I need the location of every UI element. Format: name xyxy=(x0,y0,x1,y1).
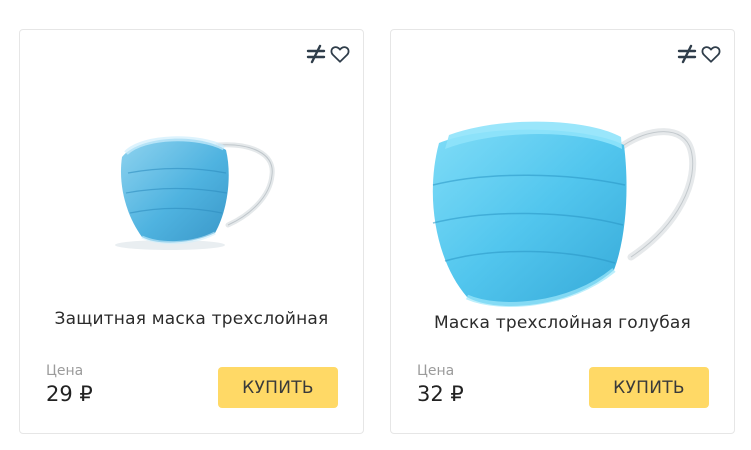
product-name[interactable]: Защитная маска трехслойная xyxy=(20,309,363,329)
heart-icon[interactable] xyxy=(700,43,722,65)
card-actions xyxy=(676,43,722,65)
product-card: Маска трехслойная голубая Цена 32 ₽ КУПИ… xyxy=(390,29,735,434)
price-label: Цена xyxy=(417,363,455,379)
compare-icon[interactable] xyxy=(305,43,327,65)
price-value: 32 ₽ xyxy=(417,382,464,406)
product-name[interactable]: Маска трехслойная голубая xyxy=(391,313,734,333)
heart-icon[interactable] xyxy=(329,43,351,65)
price-value: 29 ₽ xyxy=(46,382,93,406)
buy-button[interactable]: КУПИТЬ xyxy=(589,367,709,408)
price-block: Цена 32 ₽ xyxy=(417,363,464,407)
product-image[interactable] xyxy=(100,105,290,255)
card-actions xyxy=(305,43,351,65)
buy-button[interactable]: КУПИТЬ xyxy=(218,367,338,408)
price-label: Цена xyxy=(46,363,84,379)
compare-icon[interactable] xyxy=(676,43,698,65)
product-card: Защитная маска трехслойная Цена 29 ₽ КУП… xyxy=(19,29,364,434)
price-block: Цена 29 ₽ xyxy=(46,363,93,407)
product-image[interactable] xyxy=(409,75,714,315)
